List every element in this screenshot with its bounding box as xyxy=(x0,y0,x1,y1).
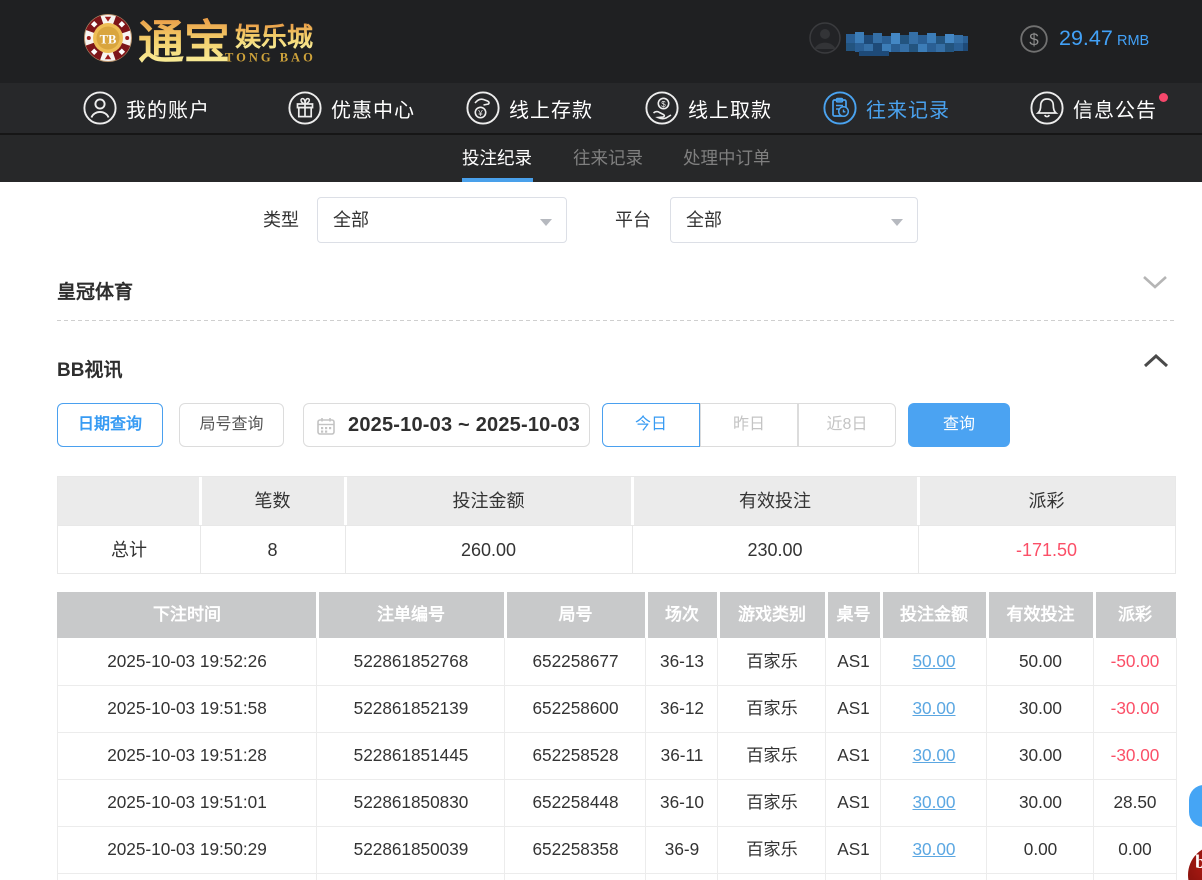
svg-text:$: $ xyxy=(661,100,666,109)
svg-text:$: $ xyxy=(1029,30,1039,49)
svg-text:通宝: 通宝 xyxy=(138,17,230,68)
svg-text:娱乐城: 娱乐城 xyxy=(235,23,313,52)
svg-text:TONG BAO: TONG BAO xyxy=(225,51,316,65)
svg-text:TB: TB xyxy=(100,33,117,47)
svg-text:¥: ¥ xyxy=(477,109,483,118)
